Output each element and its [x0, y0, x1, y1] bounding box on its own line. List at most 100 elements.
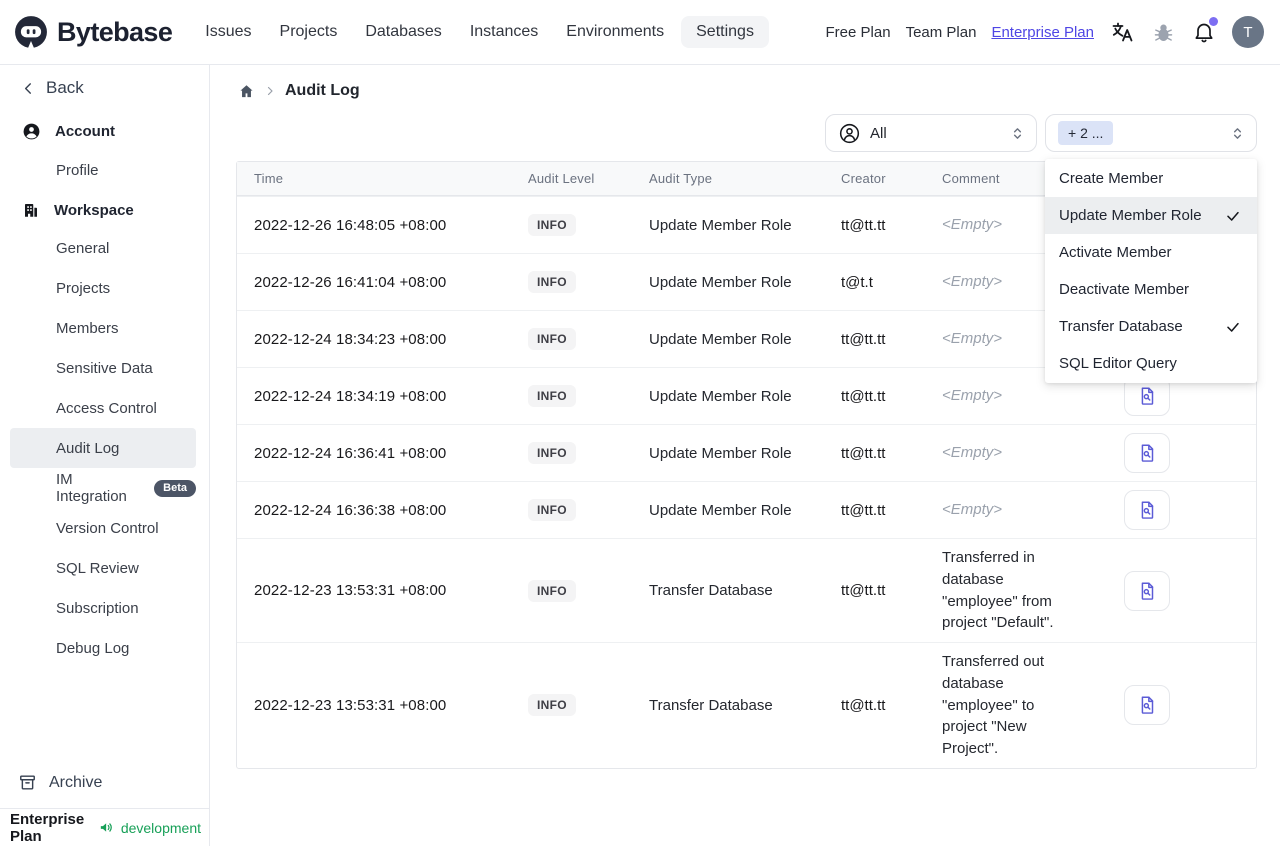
check-icon	[1225, 208, 1241, 224]
main-nav: Issues Projects Databases Instances Envi…	[194, 16, 769, 48]
sidebar-item-debug-log[interactable]: Debug Log	[10, 628, 196, 668]
nav-settings[interactable]: Settings	[681, 16, 769, 48]
menu-item-create-member[interactable]: Create Member	[1045, 160, 1257, 197]
page-shell: Back Account Profile Workspace General P…	[0, 65, 1280, 846]
menu-item-activate-member[interactable]: Activate Member	[1045, 234, 1257, 271]
cell-audit-type: Transfer Database	[649, 582, 773, 599]
sidebar-nav: Account Profile Workspace General Projec…	[0, 105, 209, 668]
file-search-icon	[1141, 696, 1154, 715]
nav-instances[interactable]: Instances	[459, 16, 549, 48]
home-icon[interactable]	[238, 83, 255, 100]
sidebar-footer: Enterprise Plan development	[0, 808, 209, 846]
nav-projects[interactable]: Projects	[269, 16, 349, 48]
menu-item-label: Transfer Database	[1059, 318, 1183, 335]
filter-toolbar: All + 2 ...	[236, 114, 1257, 152]
nav-databases[interactable]: Databases	[354, 16, 453, 48]
menu-item-sql-editor-query[interactable]: SQL Editor Query	[1045, 345, 1257, 382]
translate-icon[interactable]	[1109, 19, 1135, 45]
chevron-left-icon	[20, 80, 37, 97]
menu-item-transfer-database[interactable]: Transfer Database	[1045, 308, 1257, 345]
section-workspace-label: Workspace	[54, 201, 134, 219]
audit-level-badge: INFO	[528, 694, 576, 717]
audit-type-filter-value: + 2 ...	[1058, 121, 1114, 145]
menu-item-label: Activate Member	[1059, 244, 1172, 261]
menu-item-label: Update Member Role	[1059, 207, 1202, 224]
user-circle-icon	[22, 122, 41, 141]
file-search-icon	[1141, 581, 1154, 600]
cell-time: 2022-12-23 13:53:31 +08:00	[254, 582, 447, 599]
nav-issues[interactable]: Issues	[194, 16, 262, 48]
audit-level-badge: INFO	[528, 271, 576, 293]
beta-badge: Beta	[154, 479, 196, 497]
sidebar-item-subscription[interactable]: Subscription	[10, 588, 196, 628]
team-plan-link[interactable]: Team Plan	[906, 24, 977, 41]
bytebase-logo-icon	[14, 15, 48, 49]
menu-item-label: Create Member	[1059, 170, 1164, 187]
cell-audit-type: Update Member Role	[649, 216, 792, 234]
cell-time: 2022-12-26 16:48:05 +08:00	[254, 216, 447, 234]
cell-comment: <Empty>	[942, 501, 1003, 519]
free-plan-link[interactable]: Free Plan	[826, 24, 891, 41]
cell-audit-type: Update Member Role	[649, 387, 792, 405]
bell-icon[interactable]	[1191, 17, 1218, 45]
sidebar-item-label: SQL Review	[56, 559, 139, 577]
sidebar-item-sql-review[interactable]: SQL Review	[10, 548, 196, 588]
view-detail-button[interactable]	[1124, 570, 1170, 611]
menu-item-update-member-role[interactable]: Update Member Role	[1045, 197, 1257, 234]
audit-type-filter-select[interactable]: + 2 ...	[1045, 114, 1257, 152]
menu-item-deactivate-member[interactable]: Deactivate Member	[1045, 271, 1257, 308]
back-button[interactable]: Back	[0, 65, 209, 105]
main-content: Audit Log All + 2 ... Time Audit Level A…	[210, 65, 1280, 846]
sidebar-item-profile[interactable]: Profile	[10, 150, 196, 190]
creator-filter-select[interactable]: All	[825, 114, 1037, 152]
sidebar-item-version-control[interactable]: Version Control	[10, 508, 196, 548]
sidebar-item-label: Access Control	[56, 399, 157, 417]
sidebar-item-label: IM Integration	[56, 471, 127, 505]
cell-audit-type: Update Member Role	[649, 273, 792, 291]
audit-level-badge: INFO	[528, 499, 576, 521]
nav-environments[interactable]: Environments	[555, 16, 675, 48]
sidebar-item-access-control[interactable]: Access Control	[10, 388, 196, 428]
cell-creator: tt@tt.tt	[841, 582, 886, 599]
sidebar-bottom: Archive Enterprise Plan development	[0, 763, 209, 846]
brand-wordmark: Bytebase	[57, 16, 173, 47]
audit-level-badge: INFO	[528, 214, 576, 236]
col-header-time: Time	[254, 171, 284, 186]
top-bar: Bytebase Issues Projects Databases Insta…	[0, 0, 1280, 65]
archive-box-icon	[18, 773, 37, 792]
table-row: 2022-12-23 13:53:31 +08:00 INFO Transfer…	[237, 538, 1256, 642]
sidebar-item-projects[interactable]: Projects	[10, 268, 196, 308]
enterprise-plan-link[interactable]: Enterprise Plan	[991, 24, 1094, 41]
sidebar-item-label: Audit Log	[56, 439, 120, 457]
sidebar-item-members[interactable]: Members	[10, 308, 196, 348]
view-detail-button[interactable]	[1124, 433, 1170, 473]
cell-audit-type: Transfer Database	[649, 696, 773, 714]
table-row: 2022-12-24 16:36:38 +08:00 INFO Update M…	[237, 481, 1256, 538]
bytebase-logo[interactable]: Bytebase	[14, 15, 173, 49]
sidebar-item-label: Projects	[56, 279, 111, 297]
cell-creator: tt@tt.tt	[841, 387, 886, 405]
sidebar-item-sensitive-data[interactable]: Sensitive Data	[10, 348, 196, 388]
environment-label: development	[120, 819, 201, 836]
audit-level-badge: INFO	[528, 385, 576, 407]
section-workspace: Workspace	[0, 192, 209, 228]
audit-type-menu: Create Member Update Member Role Activat…	[1045, 159, 1257, 383]
sidebar-item-general[interactable]: General	[10, 228, 196, 268]
menu-item-label: SQL Editor Query	[1059, 355, 1177, 372]
table-row: 2022-12-23 13:53:31 +08:00 INFO Transfer…	[237, 642, 1256, 768]
col-header-audit-level: Audit Level	[528, 171, 595, 186]
speaker-icon	[98, 819, 115, 836]
view-detail-button[interactable]	[1124, 490, 1170, 530]
cell-creator: t@t.t	[841, 273, 873, 291]
cell-audit-type: Update Member Role	[649, 330, 792, 348]
sidebar-item-im-integration[interactable]: IM Integration Beta	[10, 468, 196, 508]
bug-icon[interactable]	[1150, 19, 1176, 45]
cell-creator: tt@tt.tt	[841, 216, 886, 234]
person-filter-icon	[838, 122, 861, 145]
archive-button[interactable]: Archive	[0, 763, 209, 802]
view-detail-button[interactable]	[1124, 685, 1170, 726]
check-icon	[1225, 319, 1241, 335]
file-search-icon	[1141, 501, 1154, 519]
sidebar-item-audit-log[interactable]: Audit Log	[10, 428, 196, 468]
avatar[interactable]: T	[1232, 16, 1264, 48]
